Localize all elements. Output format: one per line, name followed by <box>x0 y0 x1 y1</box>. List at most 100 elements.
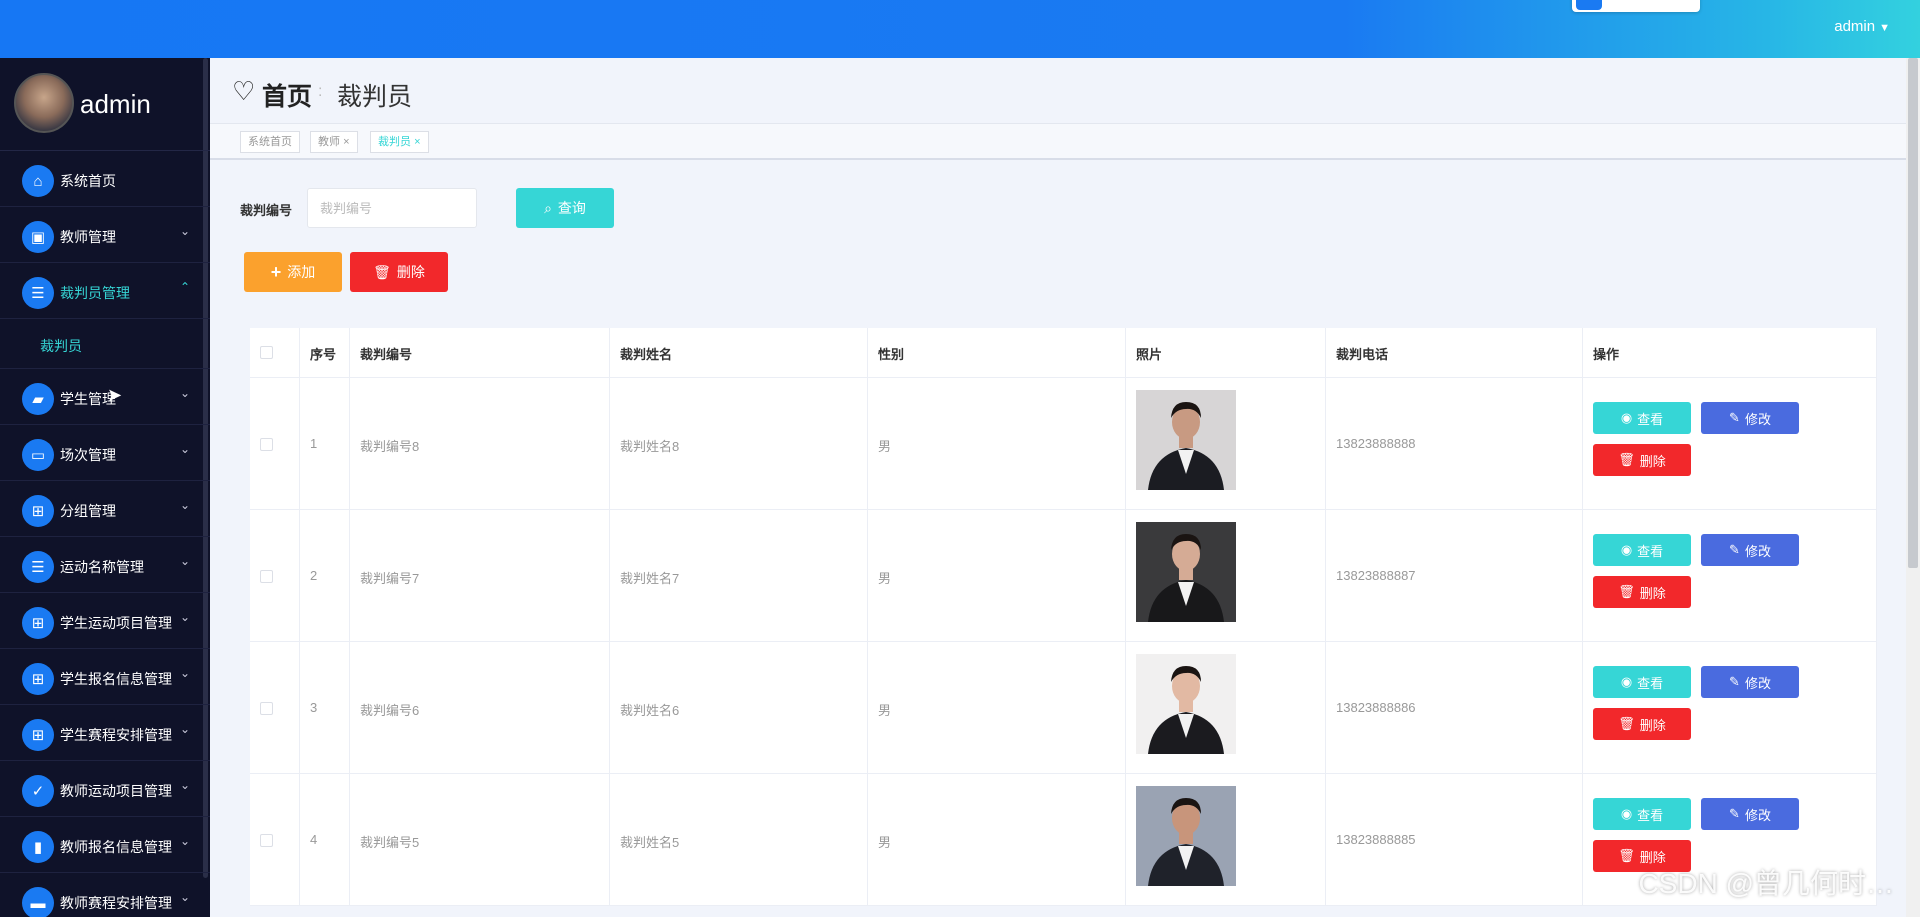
delete-button[interactable]: 🗑 删除 <box>350 252 448 292</box>
list-icon: ☰ <box>22 551 54 583</box>
table-header: 序号 裁判编号 裁判姓名 性别 照片 裁判电话 操作 <box>250 328 1877 378</box>
cell-text: 13823888885 <box>1336 832 1416 847</box>
page-scrollbar[interactable] <box>1908 58 1918 568</box>
sidebar-item-7[interactable]: ☰ 运动名称管理 ⌄ <box>0 537 210 593</box>
sidebar-item-label: 学生运动项目管理 <box>60 615 172 631</box>
tag-home[interactable]: 系统首页 <box>240 131 300 153</box>
row-select-cell <box>250 642 300 773</box>
chevron-icon: ⌄ <box>179 778 190 792</box>
column-header-label: 序号 <box>310 347 337 362</box>
sidebar-item-2[interactable]: ▣ 教师管理 ⌄ <box>0 207 210 263</box>
cell-text: 男 <box>878 703 892 718</box>
column-header: 操作 <box>1583 328 1877 377</box>
sidebar-item-3[interactable]: ☰ 裁判员管理 ⌃ <box>0 263 210 319</box>
trash-icon: 🗑 <box>1618 584 1635 599</box>
tag-referee[interactable]: 裁判员 × <box>370 131 429 153</box>
delete-row-button[interactable]: 🗑 删除 <box>1593 576 1691 608</box>
search-input[interactable] <box>307 188 477 228</box>
edit-button[interactable]: ✎ 修改 <box>1701 798 1799 830</box>
table-row: 2 裁判编号7 裁判姓名7 男 13823888887 ◉ 查看 ✎ 修改 🗑 删除 <box>250 510 1877 642</box>
cell-text: 男 <box>878 835 892 850</box>
sidebar-item-9[interactable]: ⊞ 学生报名信息管理 ⌄ <box>0 649 210 705</box>
column-header: 裁判姓名 <box>610 328 868 377</box>
edit-button[interactable]: ✎ 修改 <box>1701 666 1799 698</box>
column-header: 裁判电话 <box>1326 328 1583 377</box>
pencil-icon: ✎ <box>1729 410 1740 425</box>
delete-row-button[interactable]: 🗑 删除 <box>1593 708 1691 740</box>
table-cell-gender: 男 <box>868 642 1126 773</box>
eye-icon: ◉ <box>1620 542 1633 557</box>
referee-photo <box>1136 654 1236 754</box>
home-icon: ⌂ <box>22 165 54 197</box>
row-checkbox[interactable] <box>260 834 273 847</box>
sidebar-item-label: 学生赛程安排管理 <box>60 727 172 743</box>
close-icon[interactable]: × <box>414 136 420 148</box>
breadcrumb-current: 裁判员 <box>337 83 413 111</box>
sidebar-item-label: 学生报名信息管理 <box>60 671 172 687</box>
sidebar-item-6[interactable]: ⊞ 分组管理 ⌄ <box>0 481 210 537</box>
sliders-icon: ☰ <box>22 277 54 309</box>
sidebar-item-label: 教师运动项目管理 <box>60 783 172 799</box>
breadcrumb-home[interactable]: 首页 <box>262 77 312 113</box>
grid-icon: ⊞ <box>22 719 54 751</box>
top-header: admin ▼ <box>0 0 1920 58</box>
edit-button[interactable]: ✎ 修改 <box>1701 534 1799 566</box>
edit-button[interactable]: ✎ 修改 <box>1701 402 1799 434</box>
sidebar-item-4[interactable]: ▰ 学生管理 ⌄ <box>0 369 210 425</box>
row-checkbox[interactable] <box>260 702 273 715</box>
sidebar-subitem-referee[interactable]: 裁判员 <box>0 319 210 369</box>
column-header-label: 性别 <box>878 347 905 362</box>
grid-icon: ⊞ <box>22 663 54 695</box>
folder-icon: ▰ <box>22 383 54 415</box>
column-header: 裁判编号 <box>350 328 610 377</box>
sidebar-profile: admin <box>0 58 210 151</box>
sidebar-item-8[interactable]: ⊞ 学生运动项目管理 ⌄ <box>0 593 210 649</box>
sidebar-item-12[interactable]: ▮ 教师报名信息管理 ⌄ <box>0 817 210 873</box>
search-button[interactable]: ⌕ 查询 <box>516 188 614 228</box>
sidebar-item-1[interactable]: ⌂ 系统首页 <box>0 151 210 207</box>
row-checkbox[interactable] <box>260 438 273 451</box>
view-button[interactable]: ◉ 查看 <box>1593 534 1691 566</box>
breadcrumb: ♡ 首页 : 裁判员 <box>210 58 1907 124</box>
delete-row-button[interactable]: 🗑 删除 <box>1593 444 1691 476</box>
sidebar-item-10[interactable]: ⊞ 学生赛程安排管理 ⌄ <box>0 705 210 761</box>
user-menu[interactable]: admin ▼ <box>1834 18 1890 35</box>
close-icon[interactable]: × <box>343 136 349 148</box>
table-row: 1 裁判编号8 裁判姓名8 男 13823888888 ◉ 查看 ✎ 修改 🗑 删除 <box>250 378 1877 510</box>
mouse-cursor-icon: ➤ <box>107 385 123 405</box>
view-button[interactable]: ◉ 查看 <box>1593 798 1691 830</box>
column-header-label: 裁判姓名 <box>620 347 673 362</box>
sidebar-item-11[interactable]: ✓ 教师运动项目管理 ⌄ <box>0 761 210 817</box>
pencil-icon: ✎ <box>1729 806 1740 821</box>
table-cell-code: 裁判编号5 <box>350 774 610 905</box>
chevron-icon: ⌄ <box>179 834 190 848</box>
cell-text: 1 <box>310 436 318 451</box>
avatar[interactable] <box>14 73 74 133</box>
row-checkbox[interactable] <box>260 570 273 583</box>
row-select-cell <box>250 774 300 905</box>
referee-photo <box>1136 786 1236 886</box>
tag-teacher[interactable]: 教师 × <box>310 131 358 153</box>
chevron-icon: ⌃ <box>179 280 190 294</box>
table-cell-actions: ◉ 查看 ✎ 修改 🗑 删除 <box>1583 510 1877 641</box>
chevron-icon: ⌄ <box>179 442 190 456</box>
sidebar-item-label: 系统首页 <box>60 173 116 189</box>
chevron-icon: ⌄ <box>179 554 190 568</box>
table-cell-phone: 13823888886 <box>1326 642 1583 773</box>
sidebar-item-5[interactable]: ▭ 场次管理 ⌄ <box>0 425 210 481</box>
chevron-icon: ⌄ <box>179 386 190 400</box>
select-all-checkbox[interactable] <box>260 346 273 359</box>
header-select-all[interactable] <box>250 328 300 377</box>
column-header-label: 裁判编号 <box>360 347 413 362</box>
add-button[interactable]: + 添加 <box>244 252 342 292</box>
column-header: 序号 <box>300 328 350 377</box>
view-button[interactable]: ◉ 查看 <box>1593 666 1691 698</box>
sidebar-subitem-label: 裁判员 <box>40 338 82 354</box>
table-cell-code: 裁判编号6 <box>350 642 610 773</box>
view-button[interactable]: ◉ 查看 <box>1593 402 1691 434</box>
table-cell-phone: 13823888888 <box>1326 378 1583 509</box>
row-select-cell <box>250 378 300 509</box>
table-row: 3 裁判编号6 裁判姓名6 男 13823888886 ◉ 查看 ✎ 修改 🗑 删除 <box>250 642 1877 774</box>
sidebar-item-13[interactable]: ▬ 教师赛程安排管理 ⌄ <box>0 873 210 917</box>
chevron-icon: ⌄ <box>179 722 190 736</box>
